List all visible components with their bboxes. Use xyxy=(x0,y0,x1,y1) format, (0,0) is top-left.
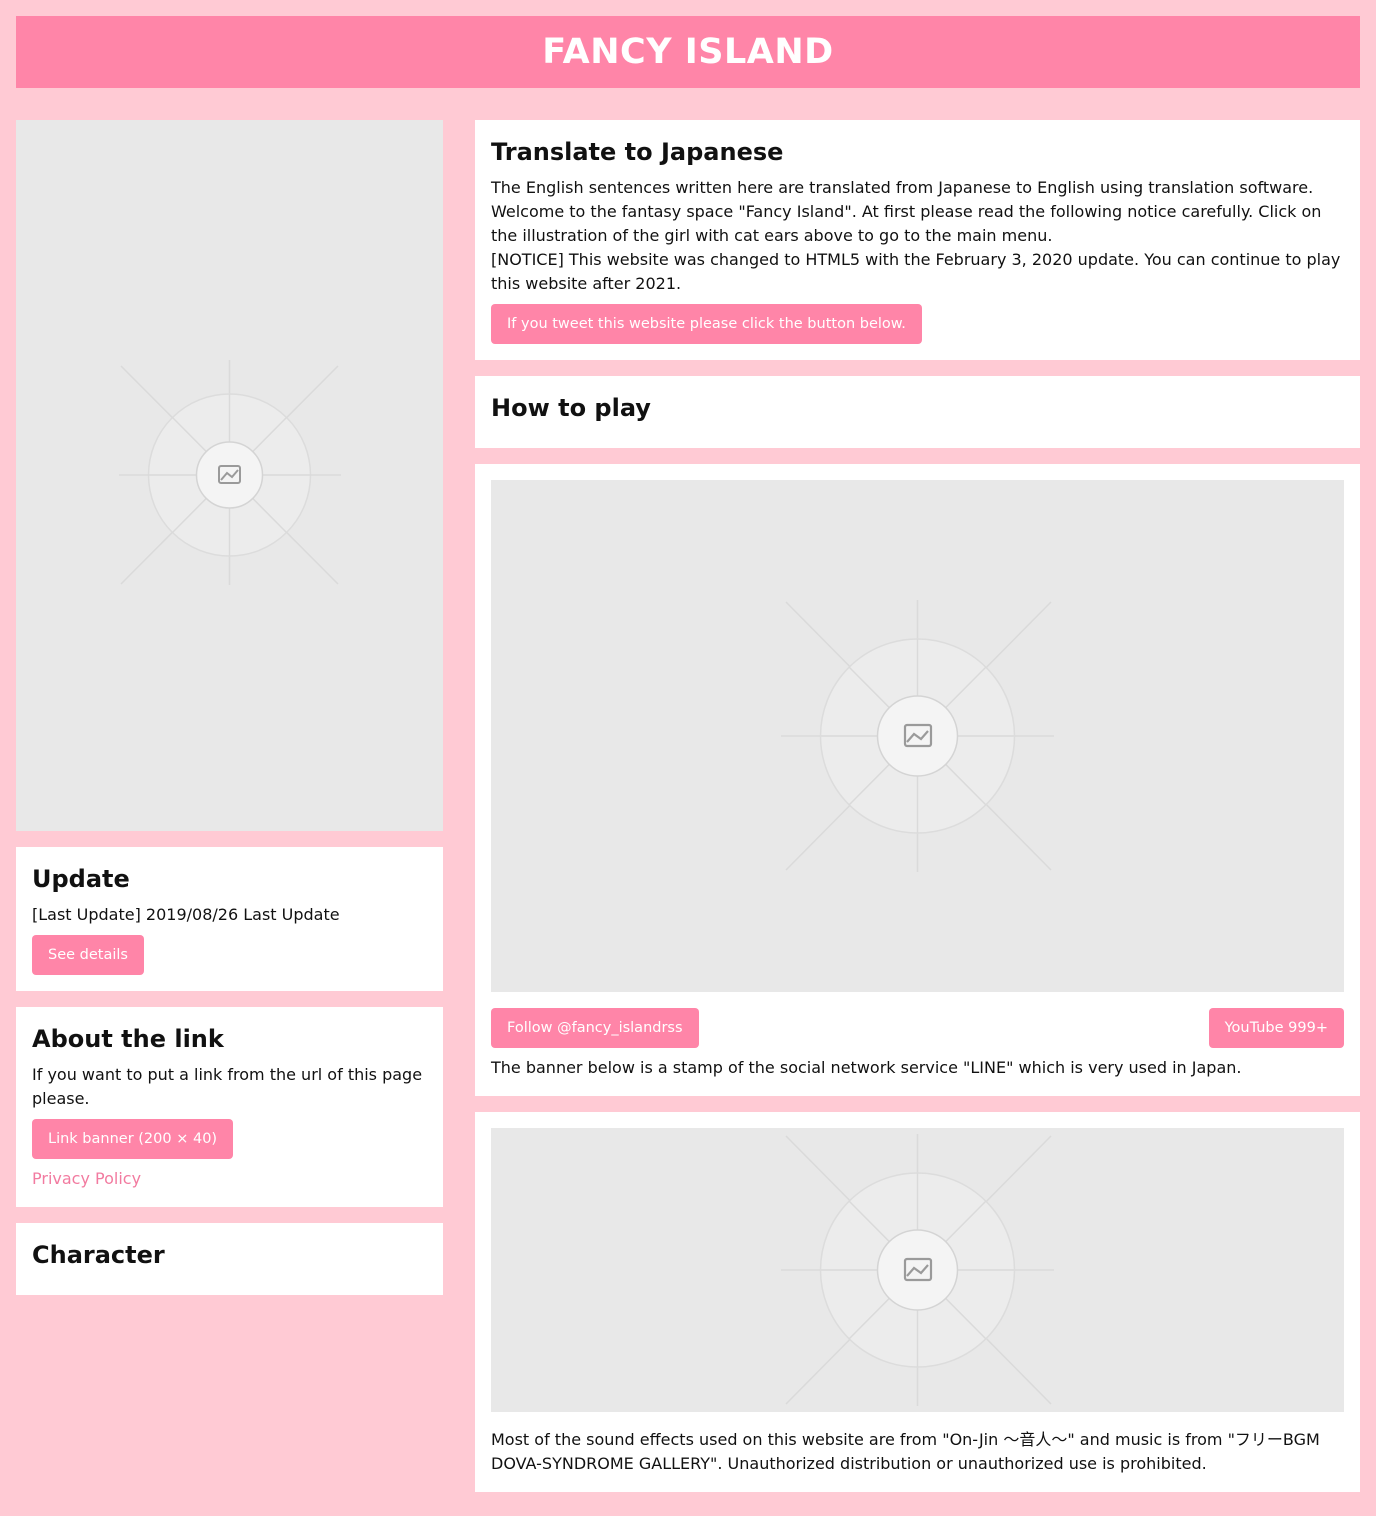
update-heading: Update xyxy=(32,865,130,893)
character-panel: Character xyxy=(16,1223,443,1295)
youtube-button[interactable]: YouTube 999+ xyxy=(1208,1008,1344,1048)
video-embed[interactable] xyxy=(491,480,1344,992)
update-panel: Update [Last Update] 2019/08/26 Last Upd… xyxy=(16,847,443,991)
site-header: FANCY ISLAND xyxy=(16,16,1360,88)
translate-panel: Translate to Japanese The English senten… xyxy=(475,120,1360,360)
line-stamp-text: The banner below is a stamp of the socia… xyxy=(491,1058,1242,1077)
image-placeholder-icon xyxy=(119,360,341,585)
left-column: Update [Last Update] 2019/08/26 Last Upd… xyxy=(16,120,443,1311)
see-details-button[interactable]: See details xyxy=(32,935,144,975)
line-stamp-banner[interactable] xyxy=(491,1128,1344,1412)
about-link-panel: About the link If you want to put a link… xyxy=(16,1007,443,1207)
link-banner-button[interactable]: Link banner (200 × 40) xyxy=(32,1119,234,1159)
social-buttons-row: Follow @fancy_islandrss YouTube 999+ xyxy=(491,1008,1344,1048)
site-title: FANCY ISLAND xyxy=(542,32,834,72)
right-column: Translate to Japanese The English senten… xyxy=(475,120,1360,1508)
how-to-play-heading: How to play xyxy=(491,394,651,422)
privacy-policy-link[interactable]: Privacy Policy xyxy=(32,1167,141,1191)
translate-heading: Translate to Japanese xyxy=(491,138,784,166)
translate-line-3: [NOTICE] This website was changed to HTM… xyxy=(491,250,1341,293)
tweet-button[interactable]: If you tweet this website please click t… xyxy=(491,304,922,344)
how-to-play-panel: How to play xyxy=(475,376,1360,448)
about-link-text: If you want to put a link from the url o… xyxy=(32,1065,423,1108)
video-panel: Follow @fancy_islandrss YouTube 999+ The… xyxy=(475,464,1360,1096)
image-placeholder-icon xyxy=(781,600,1054,872)
about-link-heading: About the link xyxy=(32,1025,224,1053)
follow-twitter-button[interactable]: Follow @fancy_islandrss xyxy=(491,1008,699,1048)
image-placeholder-icon xyxy=(781,1134,1054,1406)
stamp-panel: Most of the sound effects used on this w… xyxy=(475,1112,1360,1492)
translate-line-1: The English sentences written here are t… xyxy=(491,178,1314,197)
character-heading: Character xyxy=(32,1241,165,1269)
last-update-text: [Last Update] 2019/08/26 Last Update xyxy=(32,905,340,924)
translate-line-2: Welcome to the fantasy space "Fancy Isla… xyxy=(491,202,1322,245)
sound-credits-text: Most of the sound effects used on this w… xyxy=(491,1430,1320,1473)
cat-girl-illustration[interactable] xyxy=(16,120,443,831)
